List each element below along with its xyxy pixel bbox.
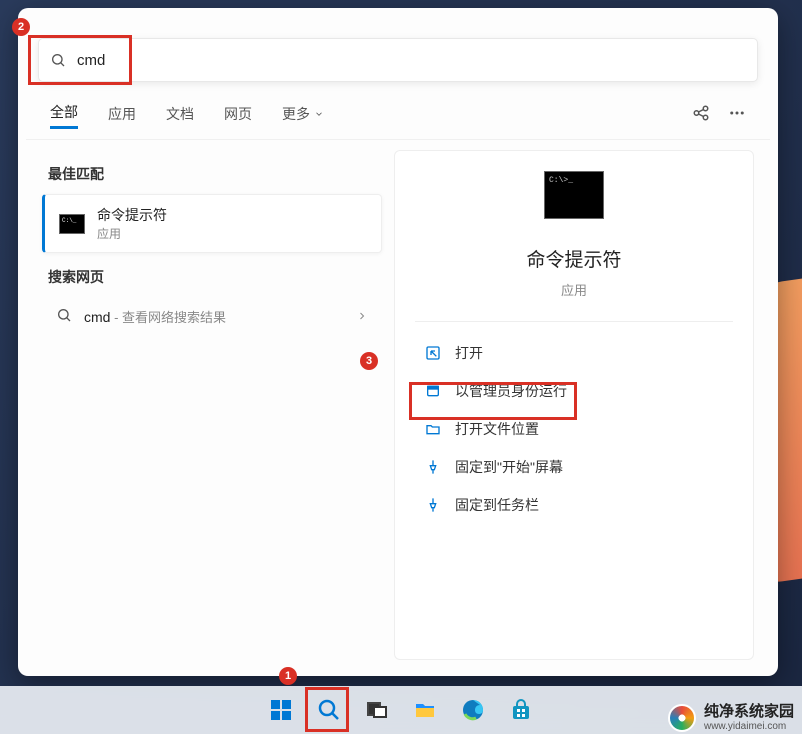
divider [415,321,733,322]
action-open-location-label: 打开文件位置 [455,419,539,439]
web-search-label: 搜索网页 [48,267,382,287]
tab-more-label: 更多 [282,104,310,124]
pin-icon [425,497,441,513]
cmd-icon: C:\_ [59,214,85,234]
best-match-sub: 应用 [97,225,167,242]
action-open-label: 打开 [455,343,483,363]
open-icon [425,345,441,361]
watermark-icon [668,704,696,732]
taskbar-search-button[interactable] [309,690,349,730]
action-open[interactable]: 打开 [415,334,733,372]
preview-title: 命令提示符 [526,245,621,272]
store-button[interactable] [501,690,541,730]
annotation-badge-2: 2 [12,18,30,36]
share-icon[interactable] [692,104,710,127]
chevron-down-icon [314,109,324,119]
action-run-admin-label: 以管理员身份运行 [455,381,567,401]
web-search-item[interactable]: cmd - 查看网络搜索结果 [42,297,382,336]
action-open-location[interactable]: 打开文件位置 [415,410,733,448]
search-bar[interactable] [38,38,758,82]
watermark: 纯净系统家园 www.yidaimei.com [668,704,794,732]
web-search-term: cmd [84,309,110,325]
annotation-badge-1: 1 [279,667,297,685]
action-pin-taskbar-label: 固定到任务栏 [455,495,539,515]
web-search-hint: - 查看网络搜索结果 [110,310,226,325]
annotation-badge-3: 3 [360,352,378,370]
file-explorer-button[interactable] [405,690,445,730]
start-button[interactable] [261,690,301,730]
best-match-label: 最佳匹配 [48,164,382,184]
tabs: 全部 应用 文档 网页 更多 [26,92,770,140]
action-pin-taskbar[interactable]: 固定到任务栏 [415,486,733,524]
folder-icon [425,421,441,437]
tab-web[interactable]: 网页 [224,104,252,128]
search-icon [56,307,72,326]
shield-icon [425,383,441,399]
chevron-right-icon [356,309,368,325]
action-pin-start[interactable]: 固定到"开始"屏幕 [415,448,733,486]
action-pin-start-label: 固定到"开始"屏幕 [455,457,563,477]
search-icon [39,52,77,68]
watermark-title: 纯净系统家园 [704,704,794,721]
action-run-admin[interactable]: 以管理员身份运行 [415,372,733,410]
tab-more[interactable]: 更多 [282,104,324,128]
tab-documents[interactable]: 文档 [166,104,194,128]
preview-subtitle: 应用 [561,280,587,299]
edge-button[interactable] [453,690,493,730]
more-options-icon[interactable] [728,104,746,127]
tab-all[interactable]: 全部 [50,102,78,129]
preview-pane: C:\>_ 命令提示符 应用 打开 以管理员身份运行 [394,150,754,660]
best-match-title: 命令提示符 [97,205,167,225]
cmd-icon-large: C:\>_ [544,171,604,219]
tab-apps[interactable]: 应用 [108,104,136,128]
best-match-item[interactable]: C:\_ 命令提示符 应用 [42,194,382,253]
pin-icon [425,459,441,475]
search-window: 全部 应用 文档 网页 更多 最佳匹配 C:\_ 命令提示符 应用 [18,8,778,676]
search-input[interactable] [77,52,757,69]
results-column: 最佳匹配 C:\_ 命令提示符 应用 搜索网页 cmd - 查看网络搜索结果 [42,150,382,660]
watermark-url: www.yidaimei.com [704,721,794,732]
task-view-button[interactable] [357,690,397,730]
